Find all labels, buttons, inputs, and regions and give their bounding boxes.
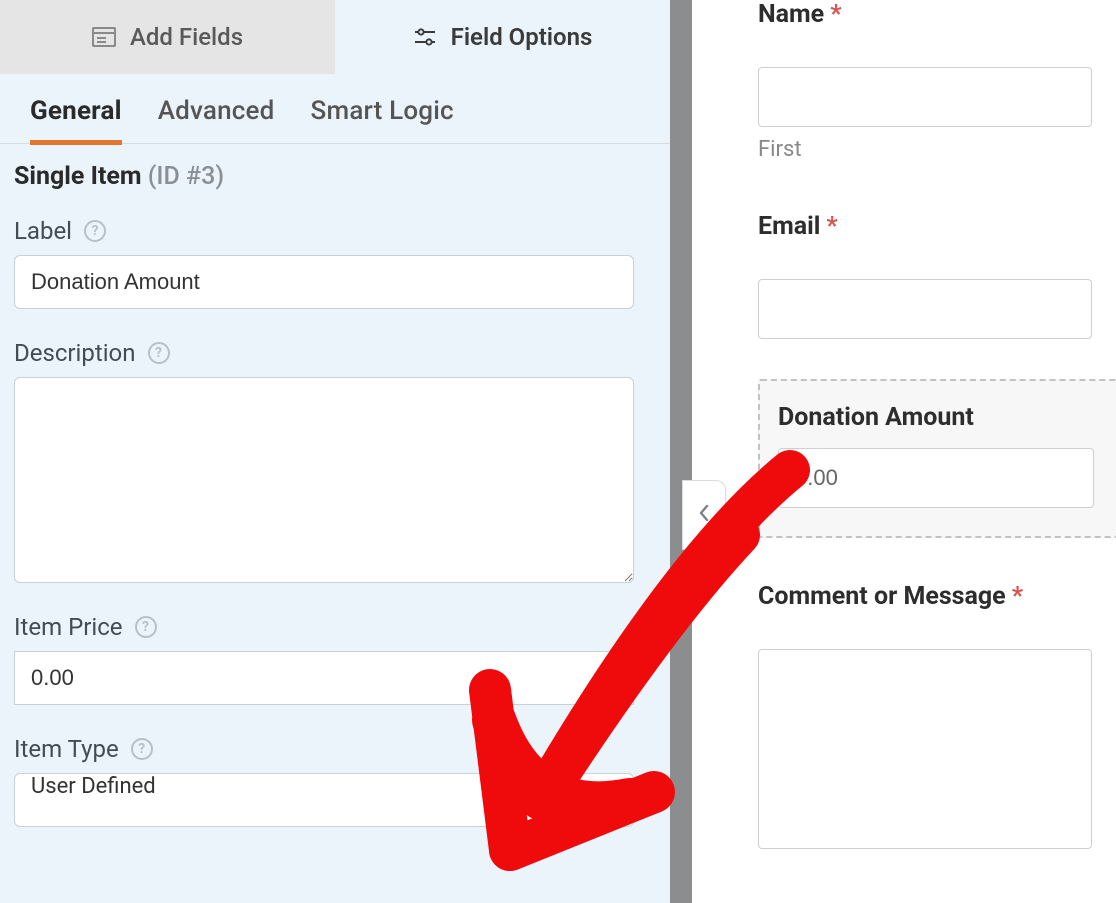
collapse-handle[interactable] [682, 480, 726, 550]
help-icon[interactable]: ? [135, 616, 157, 638]
item-price-label: Item Price [14, 613, 123, 641]
tab-field-options-label: Field Options [451, 23, 593, 51]
form-icon [92, 27, 116, 47]
first-name-input[interactable] [758, 67, 1092, 127]
help-icon[interactable]: ? [148, 342, 170, 364]
item-type-label: Item Type [14, 735, 119, 763]
sub-tab-general[interactable]: General [30, 96, 122, 145]
sliders-icon [413, 26, 437, 48]
preview-name: Name* First [758, 0, 1116, 162]
sub-tabs: General Advanced Smart Logic [0, 96, 670, 144]
sub-tab-smart-logic[interactable]: Smart Logic [311, 96, 454, 143]
email-input[interactable] [758, 279, 1092, 339]
help-icon[interactable]: ? [131, 738, 153, 760]
label-label: Label [14, 217, 72, 245]
label-input[interactable] [14, 255, 634, 309]
field-meta: Single Item (ID #3) [0, 144, 670, 191]
comment-textarea[interactable] [758, 649, 1092, 849]
required-star: * [826, 212, 837, 241]
item-price-input[interactable] [14, 651, 634, 705]
preview-donation-selected[interactable]: Donation Amount [758, 379, 1116, 538]
first-sublabel: First [758, 137, 1116, 162]
tab-field-options[interactable]: Field Options [335, 0, 670, 74]
email-label: Email [758, 212, 820, 241]
row-description: Description ? [14, 339, 656, 583]
description-input[interactable] [14, 377, 634, 583]
comment-label: Comment or Message [758, 582, 1006, 611]
donation-label: Donation Amount [778, 403, 1098, 432]
donation-input[interactable] [778, 448, 1094, 508]
tab-add-fields[interactable]: Add Fields [0, 0, 335, 74]
row-item-price: Item Price ? [14, 613, 656, 705]
help-icon[interactable]: ? [84, 220, 106, 242]
field-id: (ID #3) [148, 162, 224, 191]
form-preview: Name* First Email* Donation Amount Comme… [692, 0, 1116, 903]
preview-email: Email* [758, 212, 1116, 339]
row-label: Label ? [14, 217, 656, 309]
tab-add-fields-label: Add Fields [130, 23, 243, 51]
description-label: Description [14, 339, 136, 367]
item-type-select[interactable]: User Defined [14, 773, 634, 827]
sub-tab-advanced[interactable]: Advanced [158, 96, 275, 143]
required-star: * [1012, 582, 1023, 611]
row-item-type: Item Type ? User Defined [14, 735, 656, 827]
panel-divider [670, 0, 692, 903]
required-star: * [830, 0, 841, 29]
settings-panel: Add Fields Field Options General Advance… [0, 0, 670, 903]
top-tabs: Add Fields Field Options [0, 0, 670, 74]
chevron-left-icon [697, 503, 711, 527]
preview-comment: Comment or Message* [758, 582, 1116, 849]
field-type-title: Single Item [14, 162, 142, 191]
name-label: Name [758, 0, 824, 29]
